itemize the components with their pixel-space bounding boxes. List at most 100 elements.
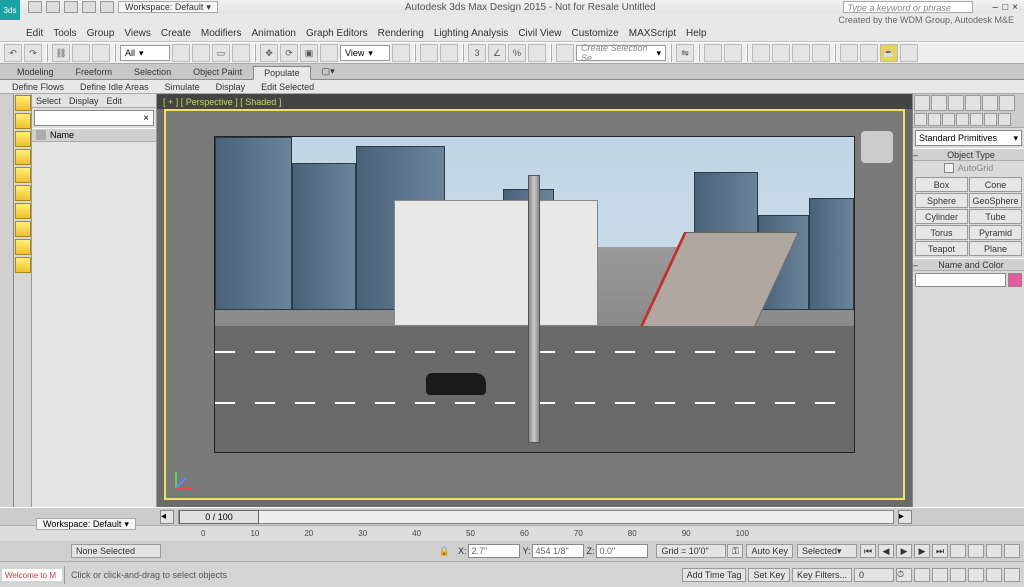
motion-tab-icon[interactable]	[965, 95, 981, 111]
strip-btn-10[interactable]	[15, 257, 31, 273]
schematic-view-button[interactable]	[792, 44, 810, 62]
unlink-button[interactable]	[72, 44, 90, 62]
y-field[interactable]: 454 1/8"	[532, 544, 584, 558]
qa-project-icon[interactable]	[100, 1, 114, 13]
zoom-extents-icon[interactable]	[914, 568, 930, 582]
named-selection-dropdown[interactable]: Create Selection Se...▾	[576, 45, 666, 61]
close-button[interactable]: ×	[1012, 2, 1018, 13]
next-frame-button[interactable]: ▶	[914, 544, 930, 558]
key-filters-button[interactable]: Key Filters...	[792, 568, 852, 582]
menu-maxscript[interactable]: MAXScript	[629, 28, 676, 39]
create-tab-icon[interactable]	[914, 95, 930, 111]
scene-tree[interactable]	[32, 142, 156, 507]
time-slider[interactable]: 0 / 100	[178, 510, 894, 524]
undo-button[interactable]: ↶	[4, 44, 22, 62]
strip-btn-6[interactable]	[15, 185, 31, 201]
menu-help[interactable]: Help	[686, 28, 707, 39]
key-mode-dropdown[interactable]: Selected ▾	[797, 544, 857, 558]
time-slider-knob[interactable]: 0 / 100	[179, 510, 259, 524]
graphite-button[interactable]	[752, 44, 770, 62]
prim-teapot[interactable]: Teapot	[915, 241, 968, 256]
maxscript-mini-listener[interactable]: Welcome to M	[2, 569, 62, 581]
systems-icon[interactable]	[998, 113, 1011, 126]
lock-selection-icon[interactable]: 🔒	[439, 546, 450, 557]
select-region-button[interactable]: ▭	[212, 44, 230, 62]
percent-snap-button[interactable]: %	[508, 44, 526, 62]
minimize-button[interactable]: –	[993, 2, 999, 13]
spinner-snap-button[interactable]	[528, 44, 546, 62]
menu-rendering[interactable]: Rendering	[378, 28, 424, 39]
object-name-input[interactable]	[915, 273, 1006, 287]
qa-save-icon[interactable]	[46, 1, 60, 13]
viewport-label[interactable]: [ + ] [ Perspective ] [ Shaded ]	[157, 94, 912, 109]
ribbon-define-flows[interactable]: Define Flows	[8, 82, 68, 92]
app-logo[interactable]: 3ds	[0, 0, 20, 20]
menu-animation[interactable]: Animation	[251, 28, 295, 39]
selection-filter[interactable]: All▾	[120, 45, 170, 61]
hierarchy-tab-icon[interactable]	[948, 95, 964, 111]
select-object-button[interactable]	[172, 44, 190, 62]
menu-edit[interactable]: Edit	[26, 28, 43, 39]
tab-object-paint[interactable]: Object Paint	[182, 65, 253, 79]
scene-find-input[interactable]: ×	[34, 110, 154, 126]
rollout-name-color[interactable]: –Name and Color	[913, 258, 1024, 271]
fov-icon[interactable]	[950, 568, 966, 582]
prim-tube[interactable]: Tube	[969, 209, 1022, 224]
max-toggle-icon[interactable]	[1004, 568, 1020, 582]
strip-btn-3[interactable]	[15, 131, 31, 147]
align-button[interactable]	[704, 44, 722, 62]
prim-cone[interactable]: Cone	[969, 177, 1022, 192]
snap-toggle-button[interactable]: 3	[468, 44, 486, 62]
strip-btn-9[interactable]	[15, 239, 31, 255]
prim-geosphere[interactable]: GeoSphere	[969, 193, 1022, 208]
spacewarps-icon[interactable]	[984, 113, 997, 126]
workspace-selector[interactable]: Workspace: Default ▾	[118, 1, 218, 13]
scale-button[interactable]: ▣	[300, 44, 318, 62]
strip-btn-1[interactable]	[15, 95, 31, 111]
scene-tab-edit[interactable]: Edit	[107, 96, 123, 106]
menu-create[interactable]: Create	[161, 28, 191, 39]
goto-start-button[interactable]: ⏮	[860, 544, 876, 558]
prim-cylinder[interactable]: Cylinder	[915, 209, 968, 224]
autokey-button[interactable]: Auto Key	[746, 544, 793, 558]
manipulate-button[interactable]	[420, 44, 438, 62]
render-iterate-button[interactable]	[900, 44, 918, 62]
time-next-button[interactable]: ▸	[898, 510, 912, 524]
prim-box[interactable]: Box	[915, 177, 968, 192]
help-search-input[interactable]: Type a keyword or phrase	[843, 1, 973, 13]
strip-btn-5[interactable]	[15, 167, 31, 183]
prev-frame-button[interactable]: ◀	[878, 544, 894, 558]
menu-lighting-analysis[interactable]: Lighting Analysis	[434, 28, 509, 39]
use-center-button[interactable]	[392, 44, 410, 62]
material-editor-button[interactable]	[812, 44, 830, 62]
rotate-button[interactable]: ⟳	[280, 44, 298, 62]
zoom-all-icon[interactable]	[932, 568, 948, 582]
nav-2-icon[interactable]	[968, 544, 984, 558]
menu-views[interactable]: Views	[124, 28, 151, 39]
edit-named-sel-button[interactable]	[556, 44, 574, 62]
ribbon-edit-selected[interactable]: Edit Selected	[257, 82, 318, 92]
render-setup-button[interactable]	[840, 44, 858, 62]
time-prev-button[interactable]: ◂	[160, 510, 174, 524]
view-cube[interactable]	[861, 131, 893, 163]
qa-new-icon[interactable]	[28, 1, 42, 13]
strip-btn-2[interactable]	[15, 113, 31, 129]
rollout-object-type[interactable]: –Object Type	[913, 148, 1024, 161]
tab-freeform[interactable]: Freeform	[65, 65, 124, 79]
menu-graph-editors[interactable]: Graph Editors	[306, 28, 368, 39]
curve-editor-button[interactable]	[772, 44, 790, 62]
bind-spacewarp-button[interactable]	[92, 44, 110, 62]
menu-group[interactable]: Group	[87, 28, 115, 39]
render-production-button[interactable]: ☕	[880, 44, 898, 62]
pan-icon[interactable]	[968, 568, 984, 582]
keyboard-shortcut-button[interactable]	[440, 44, 458, 62]
menu-modifiers[interactable]: Modifiers	[201, 28, 242, 39]
maximize-button[interactable]: □	[1002, 2, 1008, 13]
ref-coord-dropdown[interactable]: View▾	[340, 45, 390, 61]
tab-populate[interactable]: Populate	[253, 66, 311, 80]
clear-icon[interactable]: ×	[139, 113, 153, 124]
prim-torus[interactable]: Torus	[915, 225, 968, 240]
play-button[interactable]: ▶	[896, 544, 912, 558]
prim-pyramid[interactable]: Pyramid	[969, 225, 1022, 240]
time-config-button[interactable]: ⏱	[896, 568, 912, 582]
